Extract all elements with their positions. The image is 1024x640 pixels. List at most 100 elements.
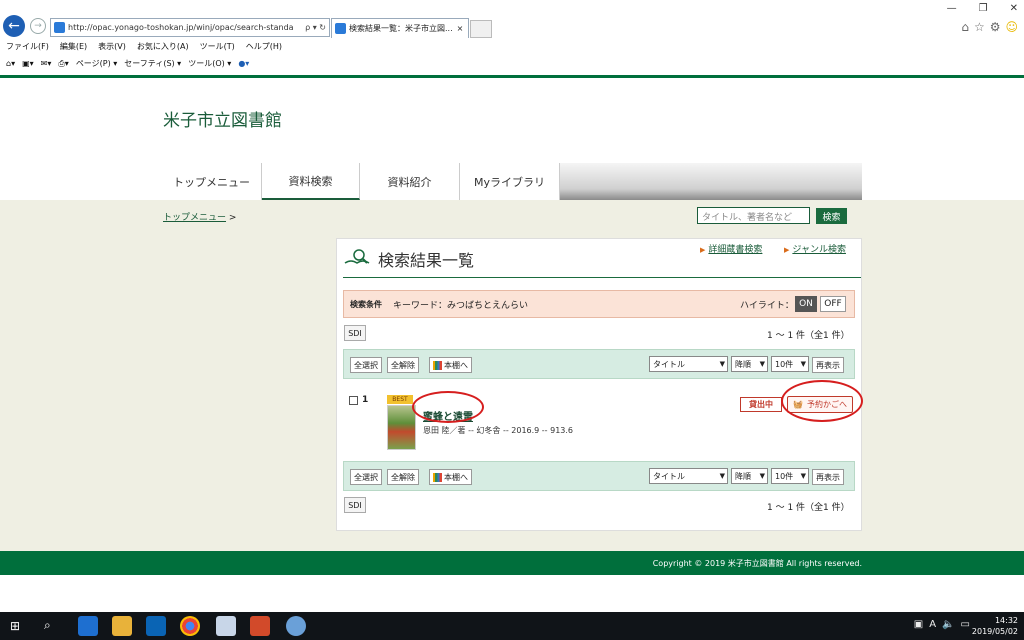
clock-date: 2019/05/02 [971, 627, 1018, 636]
main-nav: トップメニュー 資料検索 資料紹介 Myライブラリ [162, 163, 862, 200]
highlight-off-button[interactable]: OFF [820, 296, 846, 312]
outlook-taskbar-icon[interactable] [146, 616, 166, 636]
quick-search-button[interactable]: 検索 [816, 208, 847, 224]
feeds-icon[interactable]: ▣▾ [22, 59, 34, 68]
address-tools[interactable]: ρ ▾ ↻ [302, 23, 329, 32]
site-title[interactable]: 米子市立図書館 [163, 106, 282, 131]
sdi-button[interactable]: SDI [344, 325, 366, 341]
annotation-circle-title [412, 391, 484, 423]
close-icon[interactable]: ✕ [1010, 3, 1018, 14]
app-taskbar-icon[interactable] [250, 616, 270, 636]
minimize-icon[interactable]: — [947, 3, 957, 14]
result-checkbox[interactable] [349, 396, 358, 405]
chrome-taskbar-icon[interactable] [180, 616, 200, 636]
select-all-button[interactable]: 全選択 [350, 357, 382, 373]
triangle-icon: ▶ [700, 246, 706, 254]
mail-icon[interactable]: ✉▾ [41, 59, 52, 68]
cmd-tools[interactable]: ツール(O) ▾ [188, 58, 231, 69]
smiley-icon[interactable]: ☺ [1005, 20, 1018, 34]
chevron-down-icon: ▼ [759, 472, 765, 480]
tab-close-icon[interactable]: × [457, 24, 464, 33]
browser-tab[interactable]: 検索結果一覧：米子市立図... × [331, 18, 469, 38]
per-page-select[interactable]: 10件 ▼ [771, 356, 809, 372]
back-icon[interactable]: ← [3, 15, 25, 37]
sort-order-select[interactable]: 降順 ▼ [731, 468, 768, 484]
gear-icon[interactable]: ⚙ [990, 20, 1001, 34]
tab-ie-icon [335, 23, 346, 34]
cmd-page[interactable]: ページ(P) ▾ [76, 58, 117, 69]
book-metadata: 恩田 陸／著 -- 幻冬舎 -- 2016.9 -- 913.6 [423, 426, 574, 435]
book-cover-image[interactable] [387, 405, 416, 450]
genre-search-link-wrap: ▶ ジャンル検索 [784, 242, 846, 255]
heading-divider [343, 277, 861, 278]
forward-icon[interactable]: → [30, 18, 46, 34]
breadcrumb: トップメニュー > [163, 210, 236, 223]
breadcrumb-top-link[interactable]: トップメニュー [163, 213, 226, 223]
taskbar-clock[interactable]: 14:32 2019/05/02 [972, 615, 1018, 637]
results-heading: 検索結果一覧 [378, 251, 475, 270]
redisplay-button[interactable]: 再表示 [812, 357, 844, 373]
to-shelf-button[interactable]: 本棚へ [429, 469, 472, 485]
menu-bar: ファイル(F) 編集(E) 表示(V) お気に入り(A) ツール(T) ヘルプ(… [6, 41, 282, 52]
tab-my-library[interactable]: Myライブラリ [460, 163, 560, 200]
sort-field-select[interactable]: タイトル ▼ [649, 356, 728, 372]
to-shelf-button[interactable]: 本棚へ [429, 357, 472, 373]
tab-material-search[interactable]: 資料検索 [262, 163, 360, 200]
bookshelf-icon [433, 472, 442, 482]
sort-field-select[interactable]: タイトル ▼ [649, 468, 728, 484]
restore-icon[interactable]: ❐ [979, 3, 988, 14]
home-cmd-icon[interactable]: ⌂▾ [6, 59, 15, 68]
breadcrumb-separator: > [228, 213, 237, 223]
genre-search-link[interactable]: ジャンル検索 [792, 245, 846, 255]
new-tab-button[interactable] [470, 20, 492, 38]
help-icon[interactable]: ●▾ [238, 59, 249, 68]
per-page-value: 10件 [775, 359, 794, 369]
ie-taskbar-icon[interactable] [78, 616, 98, 636]
best-badge: BEST [387, 395, 413, 404]
menu-view[interactable]: 表示(V) [98, 41, 126, 52]
annotation-circle-reserve [781, 380, 863, 422]
quick-search-input[interactable]: タイトル、著者名など [697, 207, 810, 224]
menu-favorites[interactable]: お気に入り(A) [137, 41, 189, 52]
print-icon[interactable]: ⎙▾ [58, 59, 68, 69]
search-icon[interactable]: ⌕ [44, 618, 51, 633]
highlight-on-button[interactable]: ON [795, 296, 817, 312]
footer [0, 551, 1024, 575]
paint-taskbar-icon[interactable] [286, 616, 306, 636]
browser-right-icons: ⌂ ☆ ⚙ ☺ [961, 20, 1018, 34]
sdi-button-bottom[interactable]: SDI [344, 497, 366, 513]
deselect-all-button[interactable]: 全解除 [387, 469, 419, 485]
triangle-icon: ▶ [784, 246, 790, 254]
cmd-safety[interactable]: セーフティ(S) ▾ [124, 58, 181, 69]
tray-icon[interactable]: ▣ [914, 619, 923, 630]
detail-search-link[interactable]: 詳細蔵書検索 [708, 245, 762, 255]
menu-file[interactable]: ファイル(F) [6, 41, 49, 52]
network-icon[interactable]: ▭ [961, 619, 970, 630]
deselect-all-button[interactable]: 全解除 [387, 357, 419, 373]
explorer-taskbar-icon[interactable] [112, 616, 132, 636]
ime-icon[interactable]: A [929, 619, 936, 630]
redisplay-button[interactable]: 再表示 [812, 469, 844, 485]
tab-top-menu[interactable]: トップメニュー [162, 163, 262, 200]
book-search-icon [344, 249, 370, 264]
detail-search-link-wrap: ▶ 詳細蔵書検索 [700, 242, 762, 255]
search-condition-label: 検索条件 [350, 300, 382, 309]
loan-status-badge: 貸出中 [740, 397, 782, 412]
result-number: 1 [362, 395, 369, 405]
home-icon[interactable]: ⌂ [961, 20, 969, 34]
windows-start-icon[interactable]: ⊞ [10, 619, 20, 633]
menu-edit[interactable]: 編集(E) [60, 41, 87, 52]
per-page-select[interactable]: 10件 ▼ [771, 468, 809, 484]
results-toolbar: 全選択 全解除 本棚へ タイトル ▼ 降順 ▼ 10件 ▼ 再表示 [343, 349, 855, 379]
menu-help[interactable]: ヘルプ(H) [246, 41, 282, 52]
tab-material-intro[interactable]: 資料紹介 [360, 163, 460, 200]
volume-icon[interactable]: 🔈 [942, 619, 954, 630]
sort-order-select[interactable]: 降順 ▼ [731, 356, 768, 372]
favorites-star-icon[interactable]: ☆ [974, 20, 985, 34]
notepad-taskbar-icon[interactable] [216, 616, 236, 636]
to-shelf-label: 本棚へ [444, 472, 468, 482]
copyright-text: Copyright © 2019 米子市立図書館 All rights rese… [652, 559, 862, 568]
menu-tools[interactable]: ツール(T) [200, 41, 235, 52]
select-all-button[interactable]: 全選択 [350, 469, 382, 485]
address-bar[interactable]: http://opac.yonago-toshokan.jp/winj/opac… [50, 18, 330, 37]
